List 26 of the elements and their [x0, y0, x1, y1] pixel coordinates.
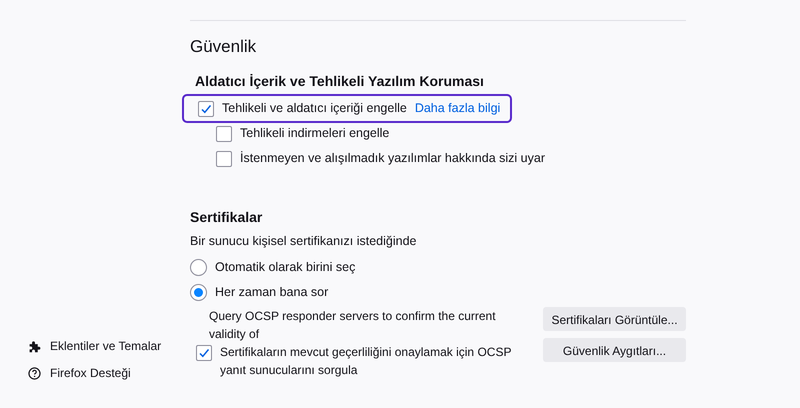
sidebar-item[interactable]: Eklentiler ve Temalar — [50, 337, 162, 355]
prompt-text: Bir sunucu kişisel sertifikanızı istediğinde — [190, 233, 418, 250]
checkbox-label[interactable]: İstenmeyen ve alışılmadık yazılımlar hakkında sizi uyar — [240, 149, 545, 168]
check-icon — [198, 346, 210, 359]
check-icon — [200, 102, 212, 114]
radio-label[interactable]: Her zaman bana sor — [215, 282, 328, 302]
checkbox[interactable] — [216, 126, 232, 142]
help-icon — [28, 366, 41, 380]
radio-button[interactable] — [190, 258, 207, 276]
section-title: Güvenlik — [190, 36, 258, 58]
checkbox-label[interactable]: Sertifikaların mevcut geçerliliğini onaylamak için OCSP yanıt sunucularını sorgula — [220, 342, 527, 379]
settings-button[interactable]: Güvenlik Aygıtları... — [543, 338, 686, 362]
checkbox-label[interactable]: Tehlikeli ve aldatıcı içeriği engelle — [222, 99, 407, 118]
group-heading: Aldatıcı İçerik ve Tehlikeli Yazılım Koruması — [195, 72, 485, 91]
radio-button[interactable] — [190, 284, 207, 301]
radio-label[interactable]: Otomatik olarak birini seç — [215, 258, 356, 277]
sidebar-item[interactable]: Firefox Desteği — [50, 364, 131, 382]
learn-more-link[interactable]: Daha fazla bilgi — [414, 99, 500, 118]
checkbox[interactable] — [216, 150, 232, 166]
checkbox-label[interactable]: Tehlikeli indirmeleri engelle — [240, 124, 390, 143]
settings-button[interactable]: Sertifikaları Görüntüle... — [543, 306, 686, 331]
group-heading: Sertifikalar — [190, 208, 264, 227]
description-text: Query OCSP responder servers to confirm the current validity of — [208, 308, 497, 343]
puzzle-icon — [28, 340, 41, 352]
checkbox[interactable] — [196, 344, 212, 361]
checkbox[interactable] — [198, 100, 214, 116]
